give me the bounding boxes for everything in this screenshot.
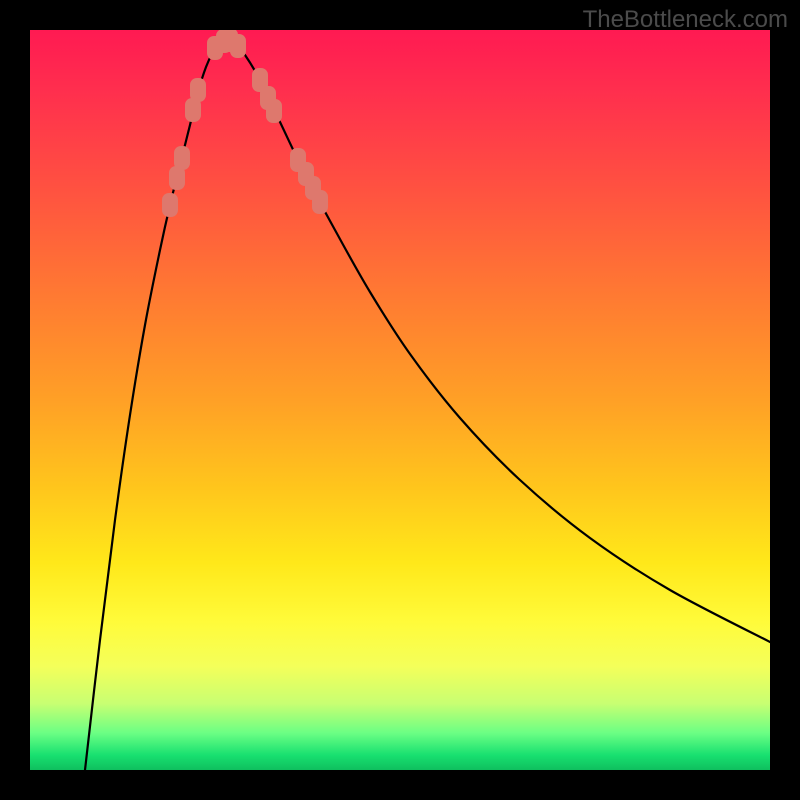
curve-markers: [162, 30, 328, 217]
chart-frame: TheBottleneck.com: [0, 0, 800, 800]
curve-layer: [30, 30, 770, 770]
curve-marker: [312, 190, 328, 214]
plot-area: [30, 30, 770, 770]
curve-marker: [174, 146, 190, 170]
curve-marker: [266, 99, 282, 123]
curve-marker: [190, 78, 206, 102]
curve-marker: [230, 34, 246, 58]
curve-marker: [162, 193, 178, 217]
